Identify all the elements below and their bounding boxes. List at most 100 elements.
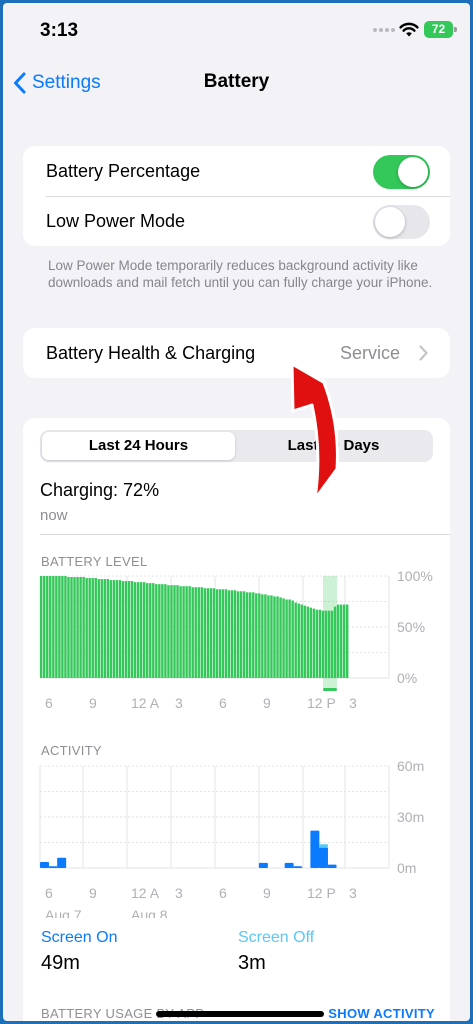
battery-level-bar <box>300 604 303 678</box>
battery-level-bar <box>149 583 152 678</box>
screen-off-label: Screen Off <box>238 929 315 946</box>
x-tick-label: 3 <box>175 885 183 901</box>
battery-level-bar <box>64 576 67 678</box>
x-tick-label: 3 <box>175 695 183 711</box>
charging-indicator <box>323 688 337 691</box>
y-tick-label: 0m <box>397 860 416 876</box>
battery-level-bar <box>285 599 288 678</box>
battery-level-bar <box>136 582 140 678</box>
battery-level-bar <box>233 590 237 678</box>
battery-level-bar <box>206 588 210 678</box>
battery-level-bar <box>215 589 219 678</box>
battery-level-bar <box>49 576 52 678</box>
screen-off-bar <box>318 844 328 848</box>
battery-level-bar <box>67 577 70 678</box>
battery-level-bar <box>297 603 300 678</box>
battery-level-bar <box>288 599 291 678</box>
battery-level-bar <box>109 580 113 678</box>
battery-level-bar <box>97 579 100 678</box>
battery-level-bar <box>139 582 143 678</box>
screen-on-bar <box>310 830 320 868</box>
battery-level-bar <box>258 593 261 678</box>
screen-on-bar <box>284 862 294 868</box>
battery-level-bar <box>224 589 228 678</box>
home-indicator <box>156 1011 324 1017</box>
battery-level-bar <box>345 604 349 678</box>
battery-level-bar <box>276 596 279 678</box>
battery-level-bar <box>267 595 270 678</box>
x-tick-label: 12 A <box>131 695 160 711</box>
battery-level-bar <box>55 576 58 678</box>
battery-level-bar <box>155 584 158 678</box>
x-tick-label: 6 <box>45 695 53 711</box>
x-tick-label: 12 A <box>131 885 160 901</box>
battery-level-bar <box>158 584 161 678</box>
battery-level-bar <box>152 583 155 678</box>
battery-level-bar <box>239 591 243 678</box>
battery-level-bar <box>203 588 207 678</box>
battery-level-bar <box>167 585 170 678</box>
battery-level-bar <box>115 580 119 678</box>
battery-level-bar <box>200 587 203 678</box>
screen-on-bar <box>258 862 268 868</box>
annotation-arrow-icon <box>290 362 339 501</box>
battery-level-bar <box>327 610 331 678</box>
battery-level-bar <box>52 576 55 678</box>
battery-level-bar <box>306 606 310 678</box>
y-tick-label: 0% <box>397 670 417 686</box>
battery-level-bar <box>85 578 88 678</box>
battery-level-bar <box>143 582 146 678</box>
screen-on-bar <box>318 847 328 868</box>
battery-level-bar <box>164 584 167 678</box>
battery-level-bar <box>270 595 273 678</box>
battery-level-bar <box>121 581 125 678</box>
battery-level-bar <box>282 598 285 678</box>
battery-level-bar <box>227 590 231 678</box>
battery-level-bar <box>146 583 149 678</box>
battery-level-bar <box>218 589 222 678</box>
screen-on-label: Screen On <box>41 929 118 946</box>
x-tick-label: 6 <box>45 885 53 901</box>
battery-level-bar <box>179 586 182 678</box>
y-tick-label: 100% <box>397 568 433 584</box>
show-activity-button[interactable]: SHOW ACTIVITY <box>328 1006 435 1021</box>
battery-level-bar <box>318 609 322 678</box>
battery-level-bar <box>185 586 188 678</box>
battery-level-bar <box>339 604 343 678</box>
battery-level-bar <box>133 582 137 678</box>
battery-level-bar <box>182 586 185 678</box>
battery-level-chart: 100% 50% 0% 6 9 12 A 3 6 9 12 P 3 <box>39 568 433 711</box>
battery-level-bar <box>73 577 76 678</box>
battery-level-bar <box>230 590 234 678</box>
battery-level-bar <box>264 594 267 678</box>
battery-level-bar <box>273 596 276 678</box>
battery-level-bar <box>79 577 82 678</box>
x-tick-label: 3 <box>349 885 357 901</box>
battery-level-bar <box>191 587 194 678</box>
battery-level-bar <box>43 576 46 678</box>
battery-level-bar <box>91 578 94 678</box>
battery-level-bar <box>221 589 225 678</box>
battery-level-bar <box>279 597 282 678</box>
battery-level-bar <box>321 610 325 678</box>
battery-level-bar <box>130 581 134 678</box>
battery-level-bar <box>40 576 43 678</box>
x-tick-label: 6 <box>219 885 227 901</box>
battery-level-bar <box>315 609 319 678</box>
battery-level-bar <box>291 600 294 678</box>
battery-level-bar <box>112 580 116 678</box>
screen-on-bar <box>40 862 50 868</box>
x-tick-label: 12 P <box>307 885 336 901</box>
date-label: Aug 8 <box>131 907 168 918</box>
battery-level-bar <box>212 588 216 678</box>
battery-level-bar <box>188 586 191 678</box>
battery-level-bar <box>261 594 264 678</box>
activity-header: ACTIVITY <box>41 743 102 758</box>
battery-level-bar <box>194 587 197 678</box>
battery-settings-screen: 3:13 72 Settings Battery Battery Percent… <box>3 3 470 1021</box>
battery-level-header: BATTERY LEVEL <box>41 554 148 569</box>
battery-level-bar <box>324 610 328 678</box>
battery-level-bar <box>236 591 240 678</box>
battery-level-bar <box>336 604 340 678</box>
battery-level-bar <box>58 576 61 678</box>
